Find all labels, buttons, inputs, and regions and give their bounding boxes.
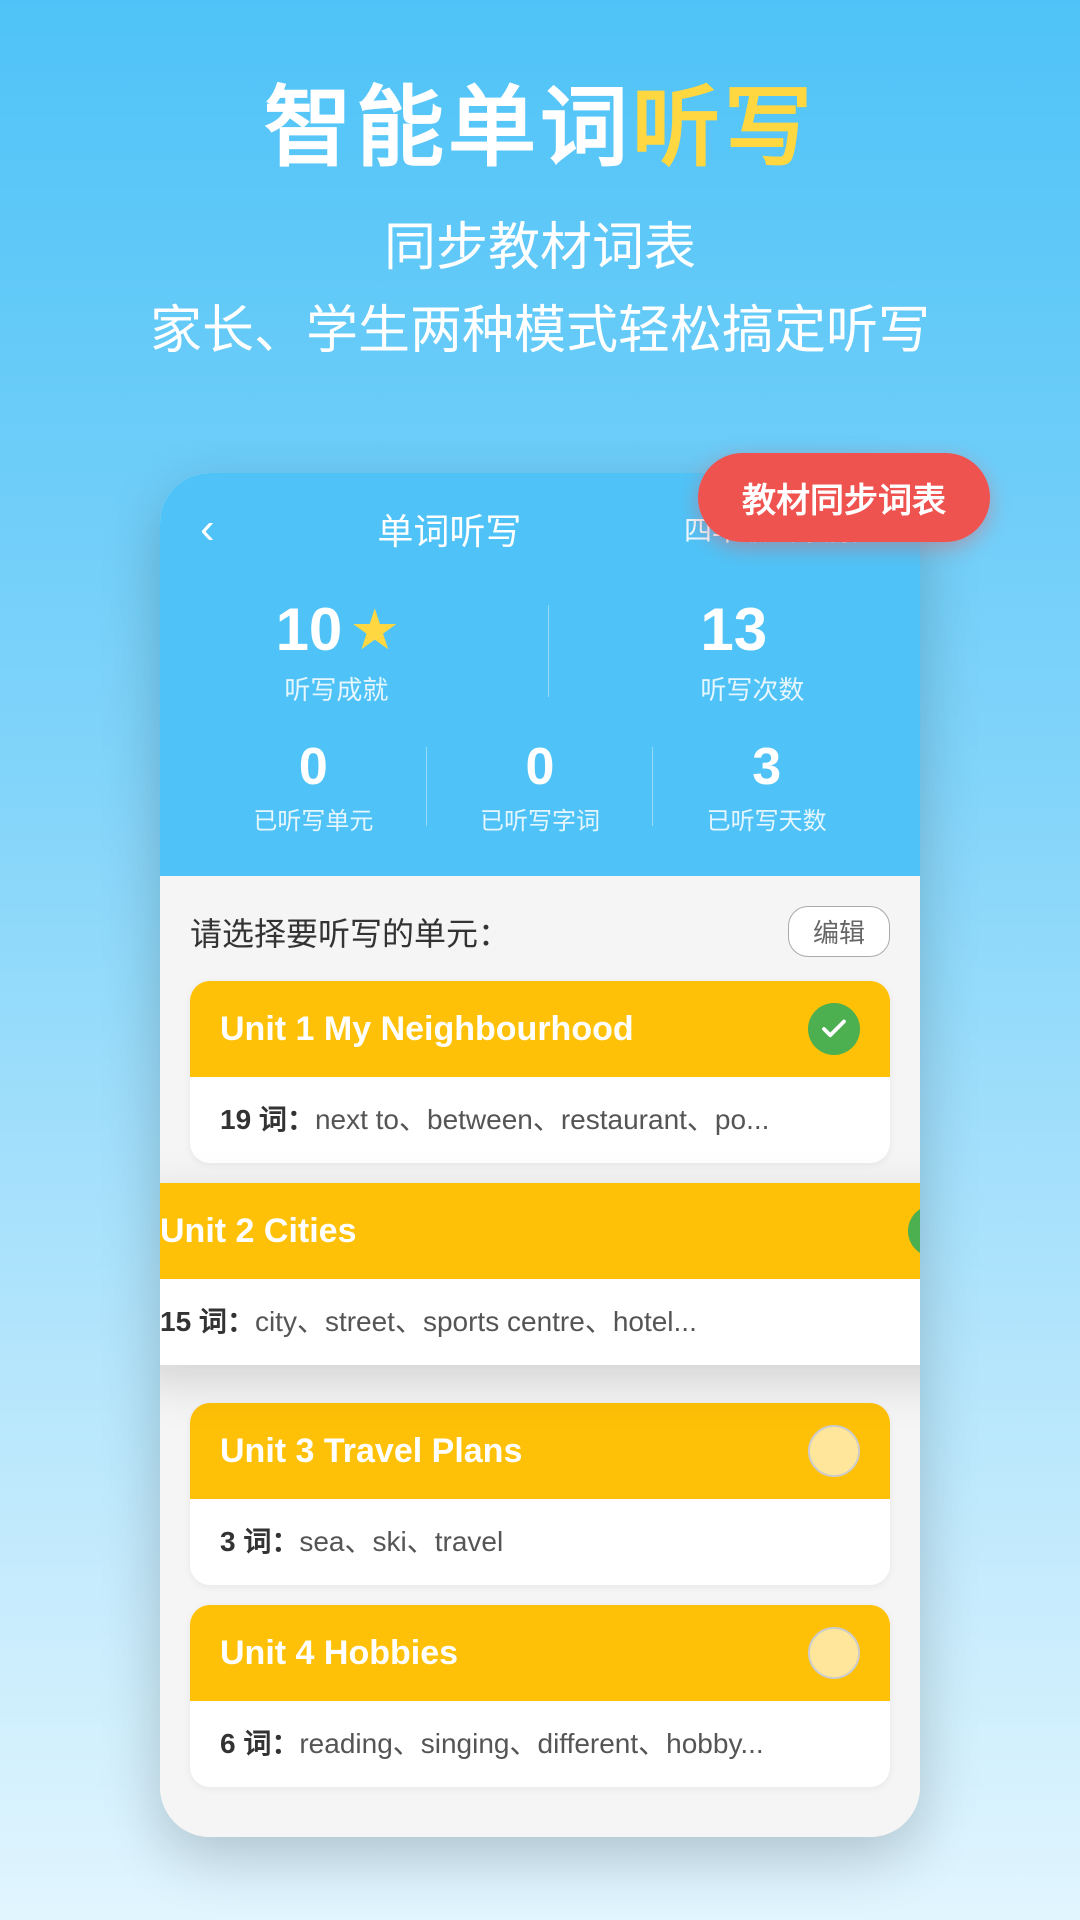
unit3-check xyxy=(808,1425,860,1477)
stat-units-label: 已听写单元 xyxy=(200,801,427,836)
unit4-name: Unit 4 Hobbies xyxy=(220,1634,458,1673)
edit-button[interactable]: 编辑 xyxy=(788,906,890,957)
unit4-body: 6 词：reading、singing、different、hobby... xyxy=(190,1701,890,1787)
stats-area: 10 ★ 听写成就 13 听写次数 0 已听写单元 0 已 xyxy=(160,575,920,876)
star-icon: ★ xyxy=(352,601,397,659)
unit1-check xyxy=(808,1003,860,1055)
unit2-words-preview: city、street、sports centre、hotel... xyxy=(255,1306,697,1337)
unit1-words-preview: next to、between、restaurant、po... xyxy=(315,1104,769,1135)
unit2-body: 15 词：city、street、sports centre、hotel... xyxy=(160,1279,920,1365)
stat-count-value: 13 xyxy=(700,595,804,664)
stat-achievements-value: 10 ★ xyxy=(276,595,398,664)
stat-words: 0 已听写字词 xyxy=(427,737,654,836)
stat-days-label: 已听写天数 xyxy=(653,801,880,836)
stats-top: 10 ★ 听写成就 13 听写次数 xyxy=(200,595,880,707)
subtitle-line1: 同步教材词表 xyxy=(384,219,696,277)
unit1-header: Unit 1 My Neighbourhood xyxy=(190,981,890,1077)
stat-words-value: 0 xyxy=(427,737,654,797)
textbook-badge[interactable]: 教材同步词表 xyxy=(698,453,990,542)
title-highlight: 听写 xyxy=(632,78,816,177)
unit3-body: 3 词：sea、ski、travel xyxy=(190,1499,890,1585)
unit3-words-preview: sea、ski、travel xyxy=(299,1526,503,1557)
unit2-name: Unit 2 Cities xyxy=(160,1212,356,1251)
unit4-word-count: 6 词： xyxy=(220,1728,299,1759)
unit2-floating-card[interactable]: Unit 2 Cities 15 词：city、street、sports ce… xyxy=(160,1183,920,1365)
main-title: 智能单词听写 xyxy=(40,80,1040,177)
unit1-card[interactable]: Unit 1 My Neighbourhood 19 词：next to、bet… xyxy=(190,981,890,1163)
subtitle-line2: 家长、学生两种模式轻松搞定听写 xyxy=(150,302,930,360)
stat-words-label: 已听写字词 xyxy=(427,801,654,836)
stat-days-value: 3 xyxy=(653,737,880,797)
stat-units: 0 已听写单元 xyxy=(200,737,427,836)
list-header: 请选择要听写的单元： 编辑 xyxy=(190,906,890,957)
unit4-check xyxy=(808,1627,860,1679)
phone-title: 单词听写 xyxy=(377,503,521,555)
phone-mockup: 教材同步词表 ‹ 单词听写 四年级（下册） 10 ★ 听写成就 13 xyxy=(160,473,920,1837)
stat-units-value: 0 xyxy=(200,737,427,797)
list-header-text: 请选择要听写的单元： xyxy=(190,909,510,955)
unit4-header: Unit 4 Hobbies xyxy=(190,1605,890,1701)
stat-achievements: 10 ★ 听写成就 xyxy=(276,595,398,707)
unit4-card[interactable]: Unit 4 Hobbies 6 词：reading、singing、diffe… xyxy=(190,1605,890,1787)
stat-achievements-label: 听写成就 xyxy=(276,670,398,707)
unit1-body: 19 词：next to、between、restaurant、po... xyxy=(190,1077,890,1163)
unit2-check xyxy=(908,1205,920,1257)
stats-bottom: 0 已听写单元 0 已听写字词 3 已听写天数 xyxy=(200,737,880,836)
unit1-word-count: 19 词： xyxy=(220,1104,315,1135)
subtitle: 同步教材词表 家长、学生两种模式轻松搞定听写 xyxy=(40,207,1040,373)
unit4-words-preview: reading、singing、different、hobby... xyxy=(299,1728,763,1759)
stats-top-divider xyxy=(548,605,549,697)
stat-count: 13 听写次数 xyxy=(700,595,804,707)
unit3-name: Unit 3 Travel Plans xyxy=(220,1432,522,1471)
unit1-name: Unit 1 My Neighbourhood xyxy=(220,1010,634,1049)
unit3-word-count: 3 词： xyxy=(220,1526,299,1557)
title-prefix: 智能单词 xyxy=(264,78,632,177)
back-button[interactable]: ‹ xyxy=(200,504,215,554)
unit3-card[interactable]: Unit 3 Travel Plans 3 词：sea、ski、travel xyxy=(190,1403,890,1585)
phone-screen: ‹ 单词听写 四年级（下册） 10 ★ 听写成就 13 听写次数 xyxy=(160,473,920,1837)
header-section: 智能单词听写 同步教材词表 家长、学生两种模式轻松搞定听写 xyxy=(0,0,1080,413)
unit3-header: Unit 3 Travel Plans xyxy=(190,1403,890,1499)
unit2-header: Unit 2 Cities xyxy=(160,1183,920,1279)
unit2-word-count: 15 词： xyxy=(160,1306,255,1337)
stat-days: 3 已听写天数 xyxy=(653,737,880,836)
unit-list-area: 请选择要听写的单元： 编辑 Unit 1 My Neighbourhood 19… xyxy=(160,876,920,1837)
stat-count-label: 听写次数 xyxy=(700,670,804,707)
